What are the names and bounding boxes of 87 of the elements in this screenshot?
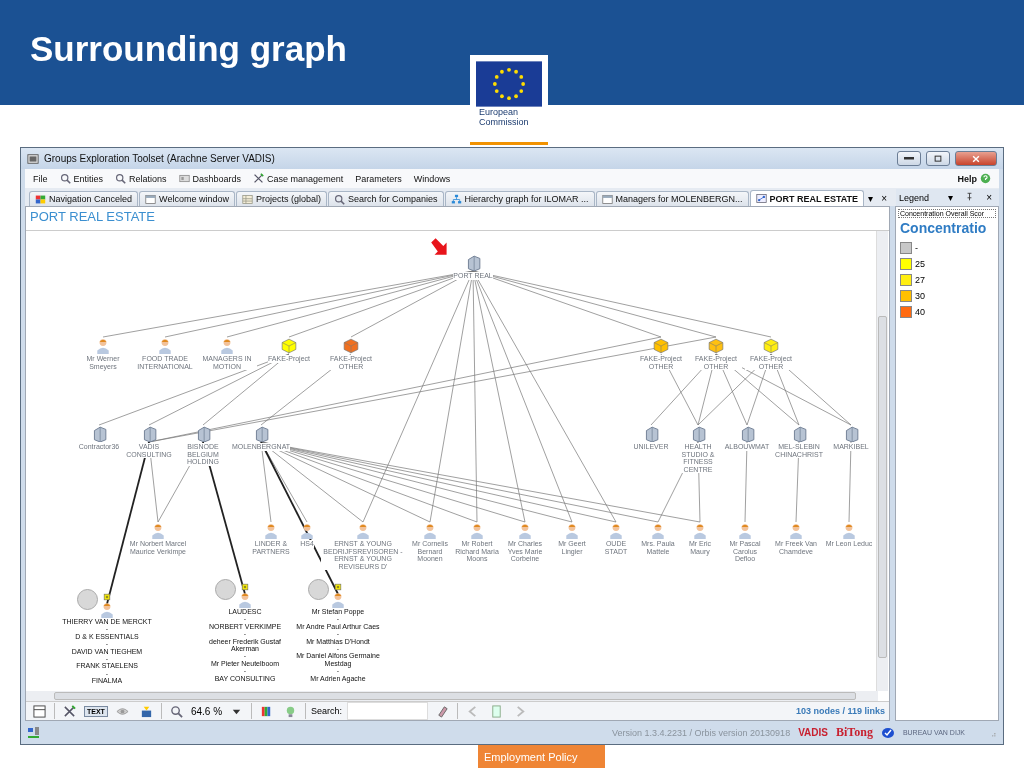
tag-icon: [103, 593, 111, 601]
building-icon[interactable]: [739, 426, 755, 442]
window-icon: [601, 193, 613, 205]
dashboard-icon: [178, 173, 190, 184]
help-icon: [980, 173, 991, 184]
cube-icon[interactable]: [343, 338, 359, 354]
building-icon[interactable]: [253, 426, 269, 442]
building-icon[interactable]: [791, 426, 807, 442]
building-icon[interactable]: [91, 426, 107, 442]
crossed-tools-icon: [253, 173, 265, 184]
slide-title: Surrounding graph: [30, 28, 347, 69]
search-icon: [333, 193, 345, 205]
person-icon[interactable]: [299, 523, 315, 539]
cube-icon[interactable]: [708, 338, 724, 354]
legend-label: 30: [915, 291, 925, 301]
tag-icon: [334, 583, 342, 591]
logo-text: BiTong: [835, 725, 873, 740]
building-icon[interactable]: [843, 426, 859, 442]
cube-icon[interactable]: [281, 338, 297, 354]
legend-label: -: [915, 243, 918, 253]
footer-tag: Employment Policy: [478, 745, 605, 768]
menu-item[interactable]: File: [33, 173, 48, 184]
check-logo-icon: [880, 725, 895, 740]
menu-item[interactable]: Relations: [115, 173, 167, 184]
network-icon: [27, 725, 41, 740]
menu-item[interactable]: Case management: [253, 173, 344, 184]
search-field[interactable]: [347, 702, 429, 720]
tab[interactable]: Welcome window: [139, 191, 235, 206]
building-icon[interactable]: [195, 426, 211, 442]
logo-text: European: [479, 107, 519, 117]
hierarchy-icon: [450, 193, 462, 205]
logo-text: VADIS: [798, 727, 828, 738]
close-button[interactable]: [955, 151, 997, 166]
tab[interactable]: Hierarchy graph for ILOMAR ...: [444, 191, 595, 206]
menu-item[interactable]: Windows: [413, 173, 451, 184]
menu-item[interactable]: Entities: [59, 173, 104, 184]
tab[interactable]: Search for Companies: [327, 191, 444, 206]
legend-close-button[interactable]: ×: [982, 189, 996, 206]
zoom-level: 64.6 %: [190, 705, 223, 717]
building-icon[interactable]: [643, 426, 659, 442]
page-icon: [490, 704, 504, 718]
horizontal-scrollbar[interactable]: [26, 691, 878, 701]
tab-list-button[interactable]: ▾: [864, 190, 878, 206]
window-icon: [145, 193, 157, 205]
cube-icon[interactable]: [653, 338, 669, 354]
tab-close-button[interactable]: ×: [877, 190, 891, 206]
building-icon[interactable]: [141, 426, 157, 442]
tab[interactable]: PORT REAL ESTATE: [749, 190, 865, 206]
tab[interactable]: Navigation Canceled: [29, 191, 139, 206]
eraser-icon: [436, 704, 450, 718]
crossed-tools-icon: [63, 704, 76, 718]
legend-title: Legend: [898, 192, 930, 203]
export-icon: [139, 704, 153, 718]
menu-item[interactable]: Parameters: [355, 173, 402, 184]
legend-heading: Concentratio: [900, 220, 988, 236]
maximize-icon: [933, 153, 943, 164]
search-icon: [115, 173, 127, 184]
star-flag-icon: [476, 61, 542, 107]
graph-icon: [755, 193, 767, 204]
close-icon: [971, 153, 981, 164]
legend-label: 40: [915, 307, 925, 317]
window-title: Groups Exploration Toolset (Arachne Server VADIS): [44, 153, 276, 164]
node-link-count: 103 nodes / 119 links: [795, 706, 885, 716]
legend-label: 27: [915, 275, 925, 285]
tab[interactable]: Projects (global): [235, 191, 327, 206]
tag-icon: [241, 583, 249, 591]
maximize-button[interactable]: [926, 151, 950, 166]
search-label: Search:: [311, 706, 343, 716]
table-icon: [241, 193, 253, 205]
search-icon: [169, 704, 183, 718]
tab[interactable]: Managers for MOLENBERGN...: [595, 191, 749, 206]
logo-text: Commission: [479, 117, 529, 127]
vertical-scrollbar[interactable]: [876, 231, 888, 691]
minimize-icon: [904, 157, 914, 160]
legend-label: 25: [915, 259, 925, 269]
menu-item[interactable]: Dashboards: [178, 173, 242, 184]
legend-menu-button[interactable]: ▾: [944, 189, 958, 206]
building-icon[interactable]: [465, 255, 481, 271]
cube-icon[interactable]: [763, 338, 779, 354]
flag-icon: [35, 193, 46, 205]
search-icon: [59, 173, 71, 184]
app-icon: [27, 152, 39, 165]
version-text: Version 1.3.4.2231 / Orbis version 20130918: [612, 727, 791, 738]
building-icon[interactable]: [690, 426, 706, 442]
help-button[interactable]: Help: [957, 173, 991, 184]
minimize-button[interactable]: [897, 151, 921, 166]
panel-button[interactable]: [30, 702, 49, 720]
